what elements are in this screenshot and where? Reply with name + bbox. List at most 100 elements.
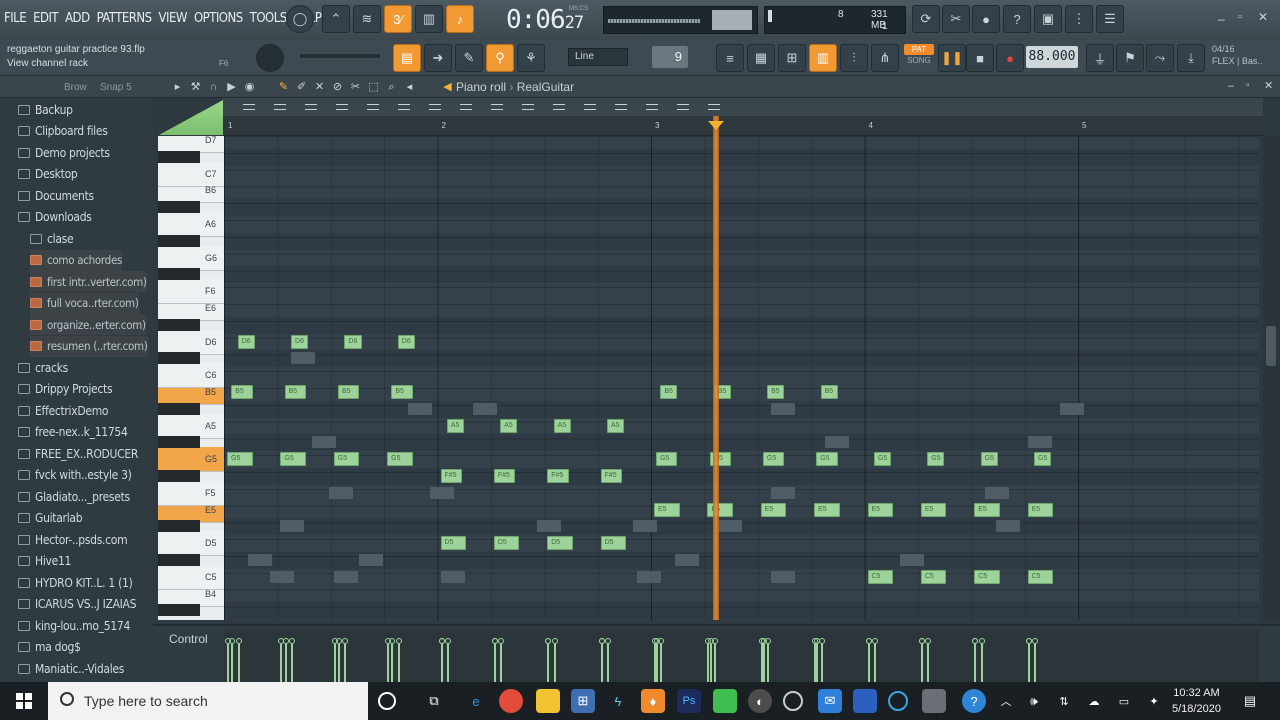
midi-note[interactable]: D6 [344, 334, 362, 349]
midi-note[interactable]: G5 [656, 452, 678, 467]
pause-icon[interactable]: ❚❚ [938, 44, 966, 72]
velocity-bar[interactable] [600, 644, 603, 684]
velocity-bar[interactable] [446, 644, 449, 684]
velocity-handle[interactable] [925, 638, 932, 644]
word-icon[interactable] [853, 689, 877, 713]
browser-item[interactable]: Downloads [18, 207, 92, 228]
draw-tool-icon[interactable]: ✎ [277, 81, 290, 94]
playhead-marker-icon[interactable] [708, 121, 724, 130]
mixer-window-icon[interactable]: ⫶ [840, 44, 868, 72]
browser-item[interactable]: como achordes [30, 249, 122, 271]
velocity-handle[interactable] [871, 638, 878, 644]
help-icon[interactable]: ? [1003, 5, 1031, 33]
velocity-handle[interactable] [545, 638, 552, 644]
midi-note[interactable]: B5 [338, 385, 360, 399]
browser-item[interactable]: Backup [18, 99, 73, 120]
menu-edit[interactable]: EDIT [33, 11, 58, 26]
playlist-icon[interactable]: ▦ [747, 44, 775, 72]
black-key[interactable] [158, 201, 200, 214]
browser-item[interactable]: Hive11 [18, 551, 71, 572]
close-icon[interactable]: ✕ [1258, 10, 1268, 24]
mixer-icon[interactable]: ⋮ [1065, 5, 1093, 33]
store-icon[interactable]: ⊞ [571, 689, 595, 713]
midi-note[interactable]: D5 [493, 536, 520, 551]
midi-note[interactable]: D5 [600, 536, 627, 551]
master-pitch-slider[interactable] [300, 54, 380, 58]
battery-icon[interactable]: ▭ [1112, 689, 1136, 713]
magnet-icon[interactable]: ∩ [207, 81, 220, 94]
pitch-icon[interactable]: ⌃ [322, 5, 350, 33]
link-cable-icon[interactable]: ⤳ [1146, 44, 1174, 72]
midi-note[interactable]: G5 [333, 452, 360, 467]
browser-item[interactable]: Desktop [18, 164, 78, 185]
midi-note[interactable]: A5 [446, 418, 464, 433]
cortana-ring-icon[interactable] [888, 691, 908, 711]
channel-rack-icon[interactable]: ≡ [716, 44, 744, 72]
delete-tool-icon[interactable]: ✕ [313, 81, 326, 94]
menu-patterns[interactable]: PATTERNS [97, 11, 152, 26]
velocity-handle[interactable] [758, 638, 765, 644]
velocity-handle[interactable] [1025, 638, 1032, 644]
midi-note[interactable]: E5 [920, 502, 947, 517]
piano-roll-window-icon[interactable]: ▥ [809, 44, 837, 72]
velocity-bar[interactable] [980, 644, 983, 684]
black-key[interactable] [158, 352, 200, 365]
velocity-bar[interactable] [291, 644, 294, 684]
black-key[interactable] [158, 436, 200, 449]
velocity-bar[interactable] [707, 644, 710, 684]
midi-note[interactable]: E5 [654, 502, 680, 517]
velocity-bar[interactable] [820, 644, 823, 684]
velocity-handle[interactable] [235, 638, 242, 644]
mute-tool-icon[interactable]: ⊘ [331, 81, 344, 94]
velocity-bar[interactable] [493, 644, 496, 684]
photoshop-icon[interactable]: Ps [677, 689, 701, 713]
menu-view[interactable]: VIEW [159, 11, 188, 26]
menu-arrow-icon[interactable]: ▸ [171, 81, 184, 94]
obs-icon[interactable] [783, 691, 803, 711]
network-icon[interactable]: ⇅ [1052, 689, 1076, 713]
velocity-handle[interactable] [978, 638, 985, 644]
minimize-icon[interactable]: – [1218, 12, 1225, 26]
midi-note[interactable]: B5 [820, 385, 838, 399]
save-icon[interactable]: ▣ [1034, 5, 1062, 33]
browser-item[interactable]: resumen (..rter.com) [30, 335, 148, 357]
velocity-bar[interactable] [974, 644, 977, 684]
pr-minimize-icon[interactable]: – [1228, 80, 1234, 92]
black-key[interactable] [158, 318, 200, 331]
midi-note[interactable]: D6 [237, 334, 255, 349]
velocity-bar[interactable] [547, 644, 550, 684]
midi-note[interactable]: G5 [873, 452, 891, 467]
midi-note[interactable]: F#5 [547, 469, 569, 483]
midi-note[interactable]: D6 [397, 334, 415, 349]
step-mode-icon[interactable]: 3⁄ [384, 5, 412, 33]
midi-note[interactable]: B5 [391, 385, 413, 399]
velocity-handle[interactable] [438, 638, 445, 644]
note-grid[interactable]: D6 D6 D6 D6 B5 B5 B5 B5 B5 B5 B5 B5 A5 A5 A5 A5 G5 G5 G5 G5… [224, 136, 1259, 620]
velocity-bar[interactable] [709, 644, 712, 684]
browser-item[interactable]: cracks [18, 357, 68, 378]
midi-note[interactable]: A5 [500, 418, 518, 433]
browser-item[interactable]: fvck with..estyle 3) [18, 465, 132, 486]
velocity-handle[interactable] [491, 638, 498, 644]
plug-icon[interactable]: ⏚ [1086, 44, 1114, 72]
playhead[interactable] [713, 116, 719, 620]
browser-icon[interactable]: ⊞ [778, 44, 806, 72]
volume-icon[interactable]: 🕪 [1022, 689, 1046, 713]
velocity-bar[interactable] [762, 644, 765, 684]
black-key[interactable] [158, 234, 200, 247]
onedrive-icon[interactable]: ☁ [1082, 689, 1106, 713]
midi-note[interactable]: C5 [1027, 569, 1054, 584]
menu-add[interactable]: ADD [65, 11, 90, 26]
velocity-bar[interactable] [333, 644, 336, 684]
midi-note[interactable]: F#5 [600, 469, 622, 483]
undo-history-icon[interactable]: ⟳ [912, 5, 940, 33]
black-key[interactable] [158, 402, 200, 415]
maximize-icon[interactable]: ▫ [1238, 11, 1242, 23]
menu-tools[interactable]: TOOLS [250, 11, 288, 26]
velocity-bar[interactable] [500, 644, 503, 684]
velocity-bar[interactable] [920, 644, 923, 684]
midi-note[interactable]: E5 [1027, 502, 1054, 517]
zoom-tool-icon[interactable]: ⌕ [385, 81, 398, 94]
pat-song-toggle[interactable]: PAT SONG [904, 44, 934, 70]
velocity-bar[interactable] [1027, 644, 1030, 684]
